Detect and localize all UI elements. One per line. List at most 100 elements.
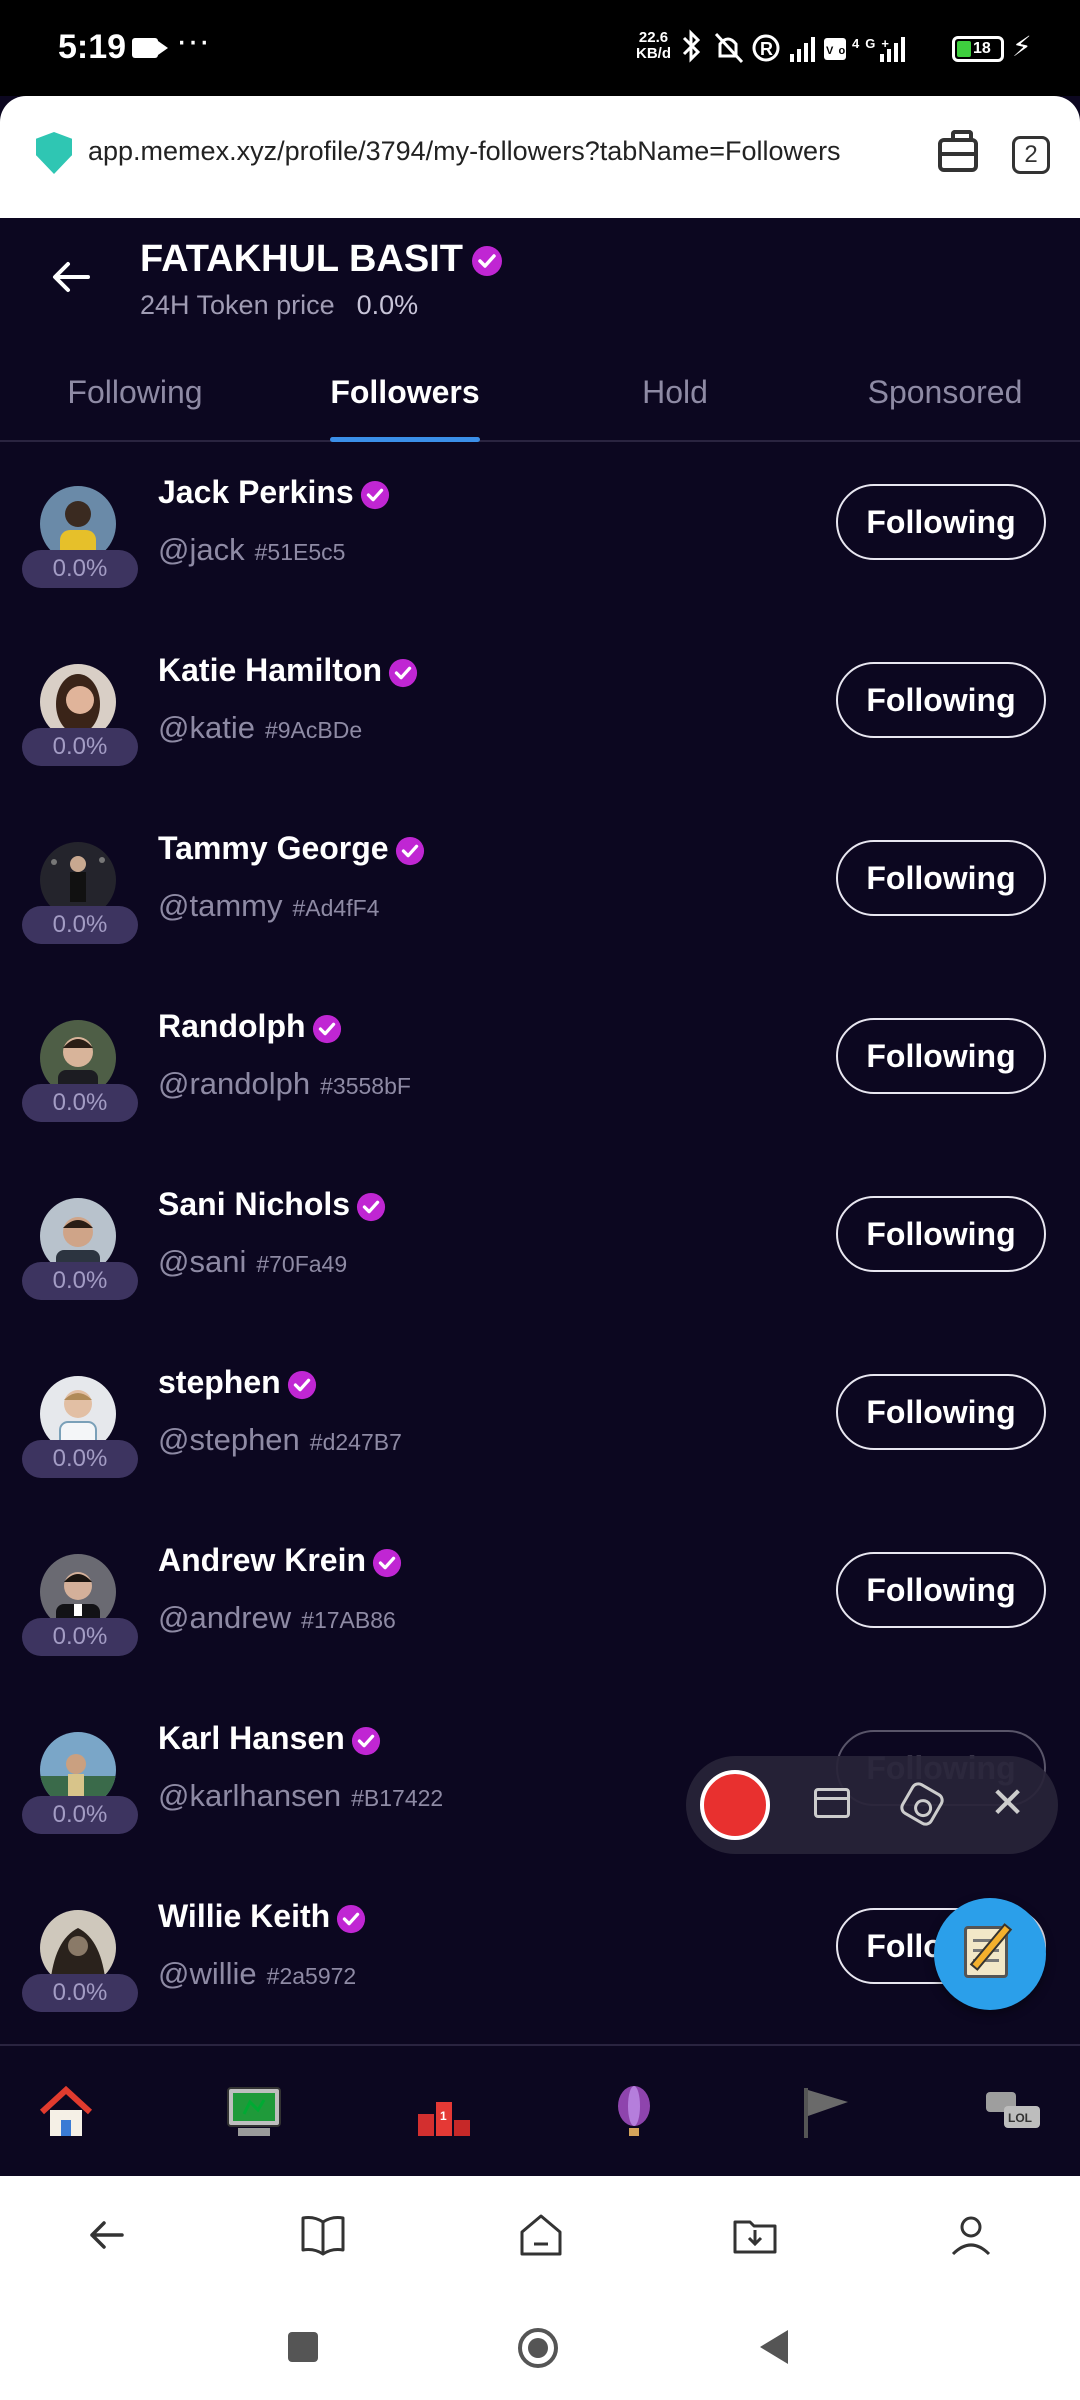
network-speed-value: 22.6 xyxy=(638,29,669,46)
following-button[interactable]: Following xyxy=(836,1196,1046,1272)
verified-badge-icon xyxy=(356,1192,386,1221)
computer-icon[interactable] xyxy=(224,2082,284,2142)
list-item[interactable]: 0.0% Katie Hamilton @katie #9AcBDe Follow… xyxy=(0,622,1080,800)
user-name-text: Tammy George xyxy=(158,830,389,866)
profile-tabs: Following Followers Hold Sponsored xyxy=(0,360,1080,442)
user-name: Willie Keith xyxy=(158,1898,366,1935)
close-icon[interactable]: ✕ xyxy=(990,1778,1025,1827)
user-handle: @sani #70Fa49 xyxy=(158,1244,347,1280)
svg-text:Vo: Vo xyxy=(826,45,851,57)
user-name-text: Katie Hamilton xyxy=(158,652,383,688)
verified-badge-icon xyxy=(351,1726,380,1755)
home-button-icon[interactable] xyxy=(516,2326,560,2370)
user-hash: #9AcBDe xyxy=(264,717,363,743)
handle-text: @stephen xyxy=(158,1422,300,1457)
secure-shield-icon[interactable] xyxy=(36,132,72,174)
home-icon[interactable] xyxy=(36,2082,96,2142)
user-name: Katie Hamilton xyxy=(158,652,418,689)
book-icon[interactable] xyxy=(298,2210,348,2260)
status-icons: R Vo 4G+ xyxy=(682,29,905,64)
mute-icon xyxy=(714,32,744,64)
price-change-badge: 0.0% xyxy=(22,1618,138,1656)
list-item[interactable]: 0.0% Randolph @randolph #3558bF Following xyxy=(0,978,1080,1156)
system-back-icon[interactable] xyxy=(756,2328,792,2366)
svg-text:1: 1 xyxy=(440,2109,447,2123)
volte-icon: Vo xyxy=(824,38,851,60)
verified-badge-icon xyxy=(337,1904,366,1933)
list-item[interactable]: 0.0% Jack Perkins @jack #51E5c5 Following xyxy=(0,444,1080,622)
leaderboard-icon[interactable]: 1 xyxy=(414,2082,474,2142)
battery-level: 18 xyxy=(973,40,991,57)
verified-badge-icon xyxy=(287,1370,316,1399)
more-notifications-icon: ··· xyxy=(176,22,210,60)
verified-badge-icon xyxy=(395,836,424,865)
following-button[interactable]: Following xyxy=(836,1018,1046,1094)
balloon-icon[interactable] xyxy=(604,2082,664,2142)
tab-count-button[interactable]: 2 xyxy=(1012,136,1050,174)
4g-signal-icon: 4G+ xyxy=(852,36,905,62)
network-speed-unit: KB/d xyxy=(636,45,671,62)
user-name: Randolph xyxy=(158,1008,342,1045)
compose-post-button[interactable] xyxy=(934,1898,1046,2010)
handle-text: @randolph xyxy=(158,1066,311,1101)
user-name: Tammy George xyxy=(158,830,425,867)
tab-hold[interactable]: Hold xyxy=(540,374,810,411)
url-field[interactable]: app.memex.xyz/profile/3794/my-followers?… xyxy=(88,136,841,167)
user-name-text: Sani Nichols xyxy=(158,1186,351,1222)
token-price-change: 0.0% xyxy=(356,290,419,320)
settings-icon[interactable] xyxy=(897,1779,947,1829)
list-item[interactable]: 0.0% Willie Keith @willie#2a5972 Followi… xyxy=(0,1868,1080,2046)
tab-sponsored[interactable]: Sponsored xyxy=(810,374,1080,411)
status-time: 5:19 xyxy=(58,28,127,66)
list-item[interactable]: 0.0% stephen @stephen #d247B7 Following xyxy=(0,1334,1080,1512)
handle-text: @karlhansen xyxy=(158,1778,342,1813)
list-item[interactable]: 0.0% Andrew Krein @andrew #17AB86 Followi… xyxy=(0,1512,1080,1690)
user-name: Jack Perkins xyxy=(158,474,390,511)
verified-badge-icon xyxy=(312,1014,341,1043)
back-arrow-icon[interactable] xyxy=(46,252,96,302)
user-handle: @karlhansen #B17422 xyxy=(158,1778,443,1814)
user-hash: #B17422 xyxy=(351,1785,444,1811)
home-outline-icon[interactable] xyxy=(516,2210,566,2260)
r-icon: R xyxy=(752,34,780,62)
download-folder-icon[interactable] xyxy=(730,2210,780,2260)
handle-text: @willie xyxy=(158,1956,257,1991)
following-button[interactable]: Following xyxy=(836,484,1046,560)
tab-following[interactable]: Following xyxy=(0,374,270,411)
profile-title: FATAKHUL BASIT xyxy=(140,238,503,281)
following-button[interactable]: Following xyxy=(836,1374,1046,1450)
battery-icon: 18 xyxy=(952,36,1004,62)
signal-icon xyxy=(790,37,815,62)
back-icon[interactable] xyxy=(82,2210,132,2260)
user-name-text: Willie Keith xyxy=(158,1898,331,1934)
handle-text: @andrew xyxy=(158,1600,292,1635)
svg-text:4G+: 4G+ xyxy=(852,36,895,51)
following-button[interactable]: Following xyxy=(836,840,1046,916)
chat-lol-icon[interactable]: LOL xyxy=(984,2082,1044,2142)
folder-icon[interactable] xyxy=(814,1788,850,1818)
active-tab-indicator xyxy=(330,437,480,442)
list-item[interactable]: 0.0% Sani Nichols @sani #70Fa49 Following xyxy=(0,1156,1080,1334)
user-handle: @stephen #d247B7 xyxy=(158,1422,402,1458)
user-name: Andrew Krein xyxy=(158,1542,402,1579)
record-icon[interactable] xyxy=(700,1770,770,1840)
recent-apps-icon[interactable] xyxy=(286,2330,320,2364)
user-handle: @andrew #17AB86 xyxy=(158,1600,396,1636)
price-change-badge: 0.0% xyxy=(22,1440,138,1478)
tab-followers[interactable]: Followers xyxy=(270,374,540,411)
following-button[interactable]: Following xyxy=(836,1552,1046,1628)
list-item[interactable]: 0.0% Tammy George @tammy #Ad4fF4 Followin… xyxy=(0,800,1080,978)
browser-address-bar: app.memex.xyz/profile/3794/my-followers?… xyxy=(0,96,1080,218)
verified-badge-icon xyxy=(372,1548,402,1577)
flag-icon[interactable] xyxy=(796,2082,856,2142)
following-button[interactable]: Following xyxy=(836,662,1046,738)
user-name: Karl Hansen xyxy=(158,1720,381,1757)
price-change-badge: 0.0% xyxy=(22,728,138,766)
bluetooth-icon xyxy=(682,29,701,63)
charging-icon: ⚡ xyxy=(1012,31,1032,62)
user-name-text: Andrew Krein xyxy=(158,1542,367,1578)
user-hash: #Ad4fF4 xyxy=(292,895,380,921)
briefcase-icon[interactable] xyxy=(938,130,978,172)
user-hash: #17AB86 xyxy=(301,1607,396,1633)
profile-icon[interactable] xyxy=(946,2210,996,2260)
